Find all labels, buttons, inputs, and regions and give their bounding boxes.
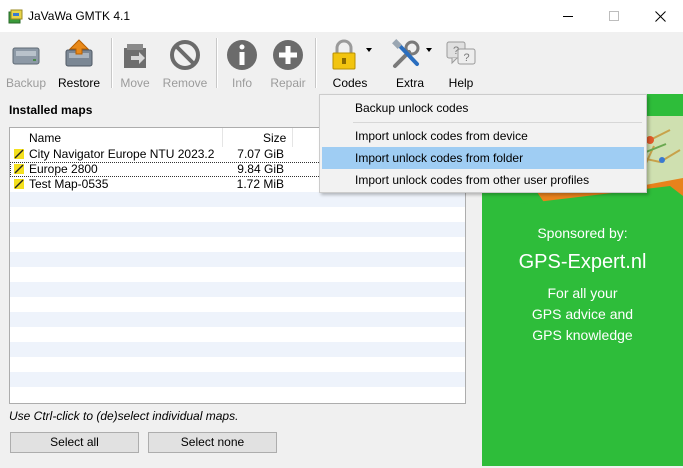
app-icon bbox=[8, 9, 23, 24]
map-size: 7.07 GiB bbox=[237, 147, 284, 161]
info-label: Info bbox=[231, 76, 252, 90]
remove-label: Remove bbox=[162, 76, 208, 90]
sponsored-by-label: Sponsored by: bbox=[537, 225, 628, 241]
column-divider[interactable] bbox=[292, 128, 293, 147]
sponsor-tagline-3: GPS knowledge bbox=[532, 327, 633, 343]
empty-row bbox=[10, 222, 465, 237]
map-checked-icon bbox=[14, 149, 24, 159]
menu-item-label: Import unlock codes from other user prof… bbox=[355, 173, 590, 187]
backup-icon bbox=[12, 47, 40, 65]
select-all-button[interactable]: Select all bbox=[10, 432, 139, 453]
minimize-icon bbox=[563, 16, 573, 17]
menu-item-import-from-other-profiles[interactable]: Import unlock codes from other user prof… bbox=[322, 169, 644, 191]
codes-label: Codes bbox=[332, 76, 368, 90]
title-bar: JaVaWa GMTK 4.1 bbox=[0, 0, 683, 32]
menu-item-backup-unlock-codes[interactable]: Backup unlock codes bbox=[322, 97, 644, 119]
repair-icon bbox=[273, 40, 303, 70]
map-checked-icon bbox=[14, 179, 24, 189]
sponsor-tagline-1: For all your bbox=[547, 285, 618, 301]
backup-button[interactable]: Backup bbox=[4, 32, 48, 92]
backup-label: Backup bbox=[5, 76, 47, 90]
menu-item-label: Import unlock codes from folder bbox=[355, 151, 524, 165]
restore-button[interactable]: Restore bbox=[56, 32, 102, 92]
chevron-down-icon bbox=[426, 48, 432, 52]
close-button[interactable] bbox=[637, 0, 683, 32]
help-label: Help bbox=[448, 76, 474, 90]
map-size: 9.84 GiB bbox=[237, 162, 284, 176]
codes-button[interactable]: Codes bbox=[324, 32, 376, 92]
map-name: Test Map-0535 bbox=[29, 177, 109, 191]
codes-menu: Backup unlock codes Import unlock codes … bbox=[319, 94, 647, 193]
empty-row bbox=[10, 342, 465, 357]
menu-item-label: Backup unlock codes bbox=[355, 101, 469, 115]
column-header-name[interactable]: Name bbox=[29, 131, 61, 145]
svg-text:?: ? bbox=[463, 52, 469, 64]
toolbar-separator bbox=[216, 38, 218, 88]
close-icon bbox=[654, 10, 666, 22]
move-button[interactable]: Move bbox=[115, 32, 155, 92]
empty-row bbox=[10, 192, 465, 207]
toolbar-separator bbox=[315, 38, 317, 88]
help-icon: ? ? bbox=[446, 41, 476, 65]
extra-label: Extra bbox=[395, 76, 424, 90]
move-label: Move bbox=[120, 76, 150, 90]
remove-icon bbox=[170, 40, 200, 70]
column-header-size[interactable]: Size bbox=[263, 131, 286, 145]
remove-button[interactable]: Remove bbox=[161, 32, 209, 92]
lock-icon bbox=[332, 39, 356, 70]
menu-separator bbox=[353, 122, 642, 123]
map-size: 1.72 MiB bbox=[236, 177, 284, 191]
installed-maps-title: Installed maps bbox=[9, 103, 93, 117]
empty-row bbox=[10, 312, 465, 327]
map-name: City Navigator Europe NTU 2023.2 bbox=[29, 147, 215, 161]
window-title: JaVaWa GMTK 4.1 bbox=[28, 9, 131, 23]
chevron-down-icon bbox=[366, 48, 372, 52]
info-icon bbox=[227, 40, 257, 70]
maximize-icon bbox=[609, 11, 619, 21]
select-none-button[interactable]: Select none bbox=[148, 432, 277, 453]
restore-icon bbox=[65, 39, 93, 67]
map-name: Europe 2800 bbox=[29, 162, 98, 176]
menu-item-label: Import unlock codes from device bbox=[355, 129, 528, 143]
move-icon bbox=[124, 44, 146, 68]
repair-button[interactable]: Repair bbox=[267, 32, 309, 92]
tools-icon bbox=[392, 39, 420, 68]
column-divider[interactable] bbox=[222, 128, 223, 147]
repair-label: Repair bbox=[270, 76, 306, 90]
toolbar-separator bbox=[111, 38, 113, 88]
minimize-button[interactable] bbox=[545, 0, 591, 32]
empty-row bbox=[10, 282, 465, 297]
restore-label: Restore bbox=[57, 76, 101, 90]
info-button[interactable]: Info bbox=[223, 32, 261, 92]
selection-hint: Use Ctrl-click to (de)select individual … bbox=[9, 409, 239, 423]
sponsor-brand: GPS-Expert.nl bbox=[518, 251, 647, 273]
maximize-button[interactable] bbox=[591, 0, 637, 32]
map-checked-icon bbox=[14, 164, 24, 174]
menu-item-import-from-device[interactable]: Import unlock codes from device bbox=[322, 125, 644, 147]
empty-row bbox=[10, 252, 465, 267]
toolbar: Backup Restore Move Remove Info Repair C… bbox=[0, 32, 683, 94]
sponsor-tagline-2: GPS advice and bbox=[531, 306, 634, 322]
menu-item-import-from-folder[interactable]: Import unlock codes from folder bbox=[322, 147, 644, 169]
extra-button[interactable]: Extra bbox=[388, 32, 432, 92]
empty-row bbox=[10, 372, 465, 387]
help-button[interactable]: ? ? Help bbox=[444, 32, 478, 92]
